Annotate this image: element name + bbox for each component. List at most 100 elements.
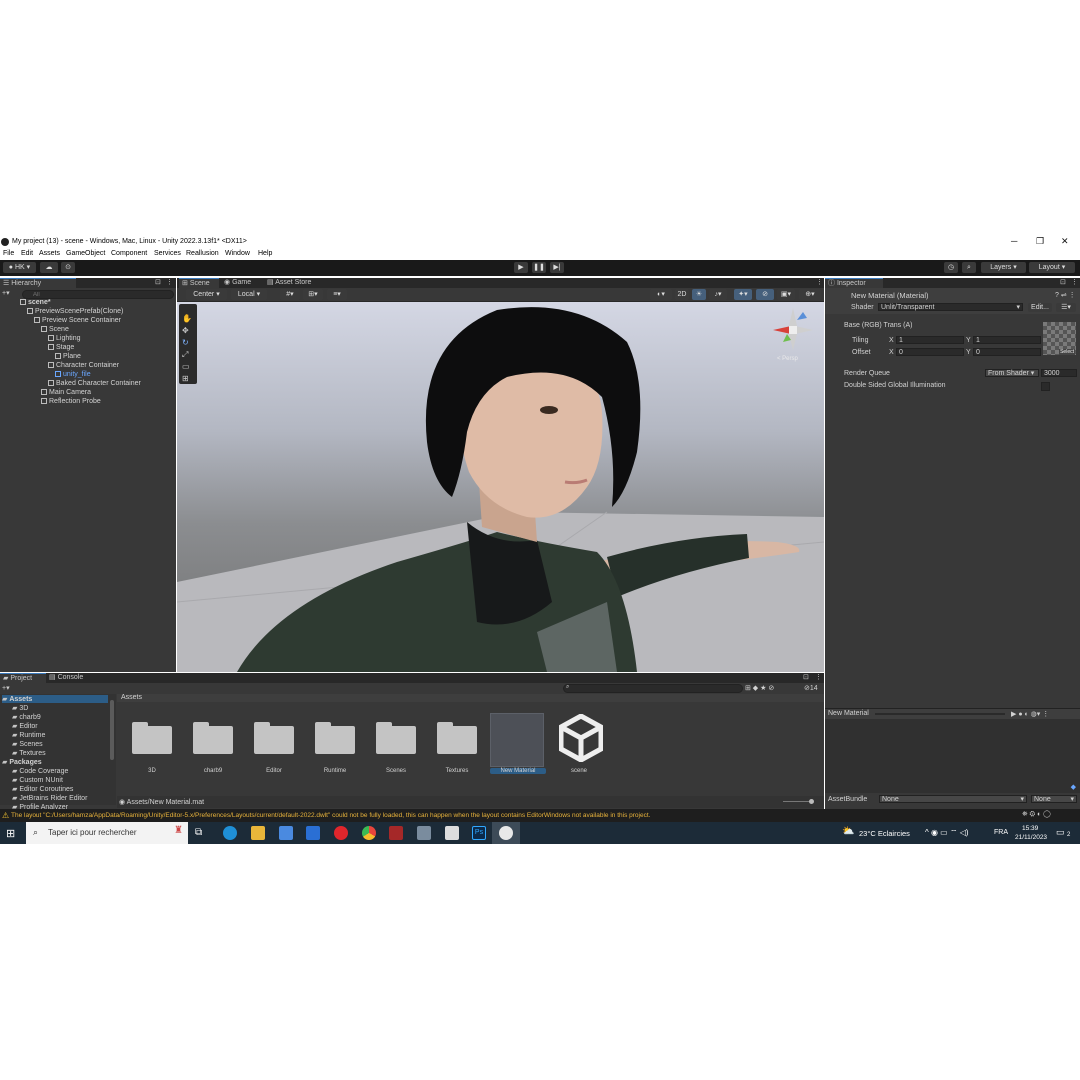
project-search-input[interactable]: ⌕ (563, 684, 743, 693)
increment-icon[interactable]: ≡▾ (327, 289, 347, 300)
project-tree-item[interactable]: ▰ Textures (12, 749, 46, 757)
grid-icon[interactable]: #▾ (280, 289, 300, 300)
preview-area[interactable]: ◆ (825, 719, 1080, 793)
project-tree-item[interactable]: ▰ Runtime (12, 731, 45, 739)
preview-resize-handle[interactable] (875, 713, 1005, 715)
file-explorer-icon[interactable] (251, 826, 265, 840)
project-add-icon[interactable]: +▾ (2, 684, 10, 692)
assetbundle-variant-dropdown[interactable]: None ▾ (1031, 795, 1077, 803)
edit-shader-button[interactable]: Edit... (1028, 303, 1052, 312)
collab-icon[interactable]: ⊙ (61, 262, 75, 273)
task-view-icon[interactable]: ⧉ (195, 827, 202, 838)
layout-dropdown[interactable]: Layout ▾ (1029, 262, 1075, 273)
hierarchy-item[interactable]: Lighting (48, 335, 81, 342)
menu-edit[interactable]: Edit (21, 250, 33, 257)
transform-tool-icon[interactable]: ⊞ (182, 374, 189, 383)
project-tree-item[interactable]: ▰ Code Coverage (12, 767, 68, 775)
taskbar-search-box[interactable]: ⌕ Taper ici pour rechercher ♜ (26, 822, 188, 844)
preview-controls-icon[interactable]: ▶ ● ◐ ◍▾ ⋮ (1011, 710, 1049, 718)
step-button[interactable]: ▶| (550, 262, 564, 273)
layers-dropdown[interactable]: Layers ▾ (981, 262, 1026, 273)
tab-asset-store[interactable]: ▤ Asset Store (264, 278, 314, 288)
add-icon[interactable]: +▾ (2, 289, 12, 297)
hierarchy-item[interactable]: Main Camera (41, 389, 91, 396)
menu-services[interactable]: Services (154, 250, 181, 257)
menu-help[interactable]: Help (258, 250, 272, 257)
project-tree-item[interactable]: ▰ JetBrains Rider Editor (12, 794, 87, 802)
fx-icon[interactable]: ✦▾ (734, 289, 752, 300)
double-sided-gi-checkbox[interactable] (1041, 382, 1050, 391)
project-tree-item[interactable]: ▰ Custom NUnit (12, 776, 63, 784)
rotate-tool-icon[interactable]: ↻ (182, 338, 189, 347)
scale-tool-icon[interactable]: ⤢ (182, 350, 188, 360)
hierarchy-item[interactable]: Plane (55, 353, 81, 360)
close-button[interactable]: ✕ (1061, 236, 1069, 247)
pause-button[interactable]: ❚❚ (532, 262, 546, 273)
clock-time[interactable]: 15:39 (1022, 825, 1038, 832)
project-tree-item[interactable]: ▰ Editor Coroutines (12, 785, 73, 793)
snap-icon[interactable]: ⊞▾ (303, 289, 323, 300)
opera-icon[interactable] (334, 826, 348, 840)
cloud-icon[interactable]: ☁ (40, 262, 58, 273)
hierarchy-item[interactable]: Stage (48, 344, 74, 351)
pivot-dropdown[interactable]: Center ▾ (186, 289, 227, 300)
offset-y-field[interactable]: 0 (973, 348, 1041, 356)
breadcrumb[interactable]: Assets (121, 694, 142, 701)
tab-inspector[interactable]: ⓘ Inspector (825, 278, 883, 288)
project-lock-icon[interactable]: ⊡ (800, 673, 812, 683)
edge-icon[interactable] (223, 826, 237, 840)
hierarchy-item[interactable]: scene* (20, 299, 51, 306)
texture-slot[interactable]: Select (1043, 322, 1076, 355)
tab-project[interactable]: ▰ Project (0, 673, 46, 683)
offset-x-field[interactable]: 0 (896, 348, 964, 356)
label-icon[interactable]: ◆ (1071, 783, 1076, 791)
scene-viewport[interactable]: ✋ ✥ ↻ ⤢ ▭ ⊞ < Persp (177, 302, 824, 672)
render-queue-dropdown[interactable]: From Shader ▾ (985, 369, 1039, 377)
mail-icon[interactable] (306, 826, 320, 840)
render-queue-field[interactable]: 3000 (1041, 369, 1077, 377)
hierarchy-item[interactable]: Reflection Probe (41, 398, 101, 405)
menu-gameobject[interactable]: GameObject (66, 250, 105, 257)
project-tree-item[interactable]: ▰ Packages (2, 758, 42, 766)
hierarchy-item[interactable]: Scene (41, 326, 69, 333)
menu-assets[interactable]: Assets (39, 250, 60, 257)
unity-editor-taskbar-button[interactable] (492, 822, 520, 844)
persp-label[interactable]: < Persp (777, 356, 798, 362)
status-icons[interactable]: ⛯ ⚙ ◐ ◯ (1022, 811, 1050, 819)
tiling-y-field[interactable]: 1 (973, 336, 1041, 344)
tab-console[interactable]: ▤ Console (46, 673, 86, 683)
move-tool-icon[interactable]: ✥ (182, 326, 189, 335)
play-button[interactable]: ▶ (514, 262, 528, 273)
menu-window[interactable]: Window (225, 250, 250, 257)
hidden-objects-icon[interactable]: ⊘ (756, 289, 774, 300)
zoom-slider[interactable] (783, 801, 811, 802)
input-language[interactable]: FRA (994, 829, 1008, 836)
shader-menu-icon[interactable]: ☰▾ (1056, 303, 1076, 312)
help-icon[interactable]: ? ⇌ ⋮ (1055, 291, 1076, 299)
draw-mode-icon[interactable]: ◐▾ (650, 289, 672, 300)
zoom-slider-handle[interactable] (809, 799, 814, 804)
project-tree-item[interactable]: ▰ 3D (12, 704, 28, 712)
toggle-2d-button[interactable]: 2D (675, 289, 689, 300)
app-icon[interactable] (389, 826, 403, 840)
tray-icons[interactable]: ^ ◉ ▭ ⌔ ◁) (925, 828, 969, 838)
orientation-gizmo[interactable] (767, 302, 817, 352)
project-tree-item[interactable]: ▰ charb9 (12, 713, 41, 721)
menu-component[interactable]: Component (111, 250, 147, 257)
status-message[interactable]: The layout "C:/Users/hamza/AppData/Roami… (11, 812, 650, 819)
menu-reallusion[interactable]: Reallusion (186, 250, 219, 257)
hierarchy-item[interactable]: Preview Scene Container (34, 317, 121, 324)
search-icon[interactable]: ⌕ (962, 262, 976, 273)
project-tree-item[interactable]: ▰ Scenes (12, 740, 43, 748)
tab-hierarchy[interactable]: ☰ Hierarchy (0, 278, 76, 288)
project-tree-item[interactable]: ▰ Editor (12, 722, 38, 730)
tab-scene[interactable]: ⊞ Scene (179, 278, 219, 288)
menu-file[interactable]: File (3, 250, 14, 257)
tab-game[interactable]: ◉ Game (221, 278, 254, 288)
store-icon[interactable] (279, 826, 293, 840)
weather-text[interactable]: 23°C Eclaircies (859, 829, 910, 838)
project-filter-icons[interactable]: ⊞ ◆ ★ ⊘ (745, 684, 774, 692)
assetbundle-dropdown[interactable]: None ▾ (879, 795, 1027, 803)
tree-scrollbar[interactable] (110, 700, 114, 760)
project-tree-item[interactable]: ▰ Assets (2, 695, 108, 703)
